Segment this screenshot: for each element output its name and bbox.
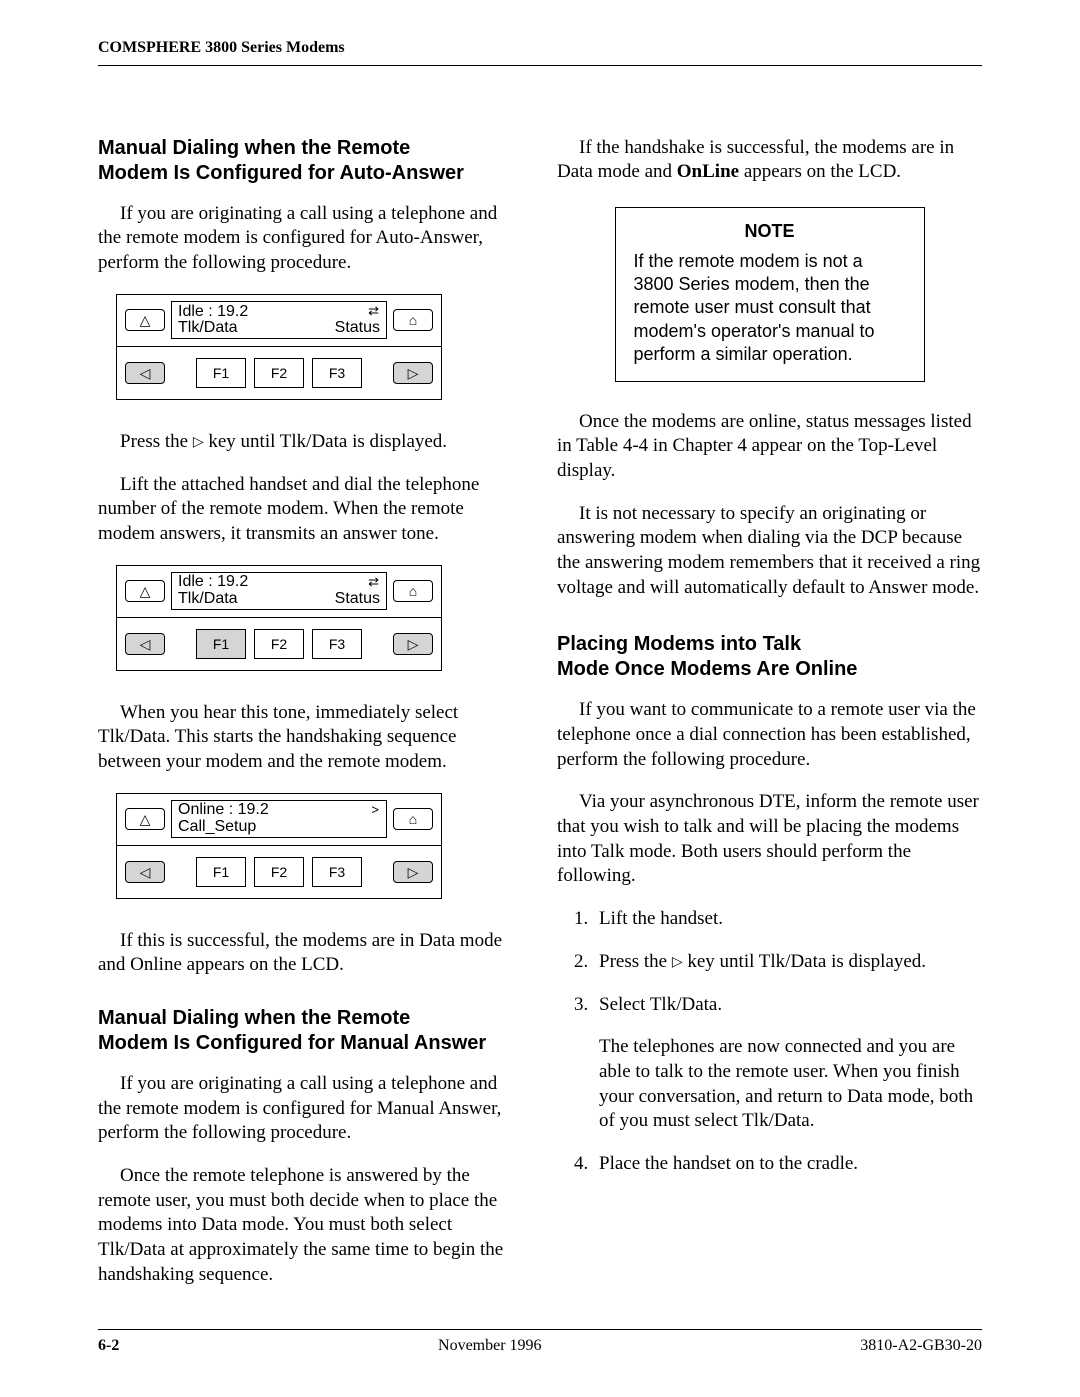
right-button: ▷ — [393, 861, 433, 883]
heading-talk-mode: Placing Modems into Talk Mode Once Modem… — [557, 632, 982, 682]
paragraph: If this is successful, the modems are in… — [98, 929, 523, 978]
list-item: Press the ▷ key until Tlk/Data is displa… — [593, 950, 982, 975]
f2-key: F2 — [254, 629, 304, 659]
left-triangle-icon: ◁ — [140, 635, 151, 653]
text-span: Press the — [120, 431, 193, 452]
procedure-list: Lift the handset. Press the ▷ key until … — [565, 907, 982, 1177]
heading-line: Modem Is Configured for Auto-Answer — [98, 162, 464, 184]
f3-key: F3 — [312, 629, 362, 659]
left-column: Manual Dialing when the Remote Modem Is … — [98, 136, 523, 1306]
right-triangle-icon: ▷ — [408, 863, 419, 881]
lcd-panel-idle-2: △ ⇄ Idle : 19.2 Tlk/Data Status ⌂ ◁ F1 F2… — [116, 565, 442, 671]
arrows-icon: ⇄ — [368, 304, 378, 318]
footer-doc-id: 3810-A2-GB30-20 — [860, 1336, 982, 1357]
footer-page-number: 6-2 — [98, 1336, 119, 1357]
right-triangle-icon: ▷ — [408, 635, 419, 653]
heading-line: Modem Is Configured for Manual Answer — [98, 1032, 486, 1054]
paragraph: If the handshake is successful, the mode… — [557, 136, 982, 185]
home-icon: ⌂ — [409, 582, 417, 600]
list-item: Select Tlk/Data. The telephones are now … — [593, 993, 982, 1134]
lcd-screen: ⇄ Idle : 19.2 Tlk/Data Status — [171, 572, 387, 610]
right-column: If the handshake is successful, the mode… — [557, 136, 982, 1306]
up-triangle-icon: △ — [140, 582, 151, 600]
paragraph: If you want to communicate to a remote u… — [557, 698, 982, 772]
heading-line: Manual Dialing when the Remote — [98, 137, 410, 159]
home-button: ⌂ — [393, 309, 433, 331]
paragraph: Press the ▷ key until Tlk/Data is displa… — [98, 430, 523, 455]
lcd-line2-left: Call_Setup — [178, 819, 256, 836]
left-button: ◁ — [125, 861, 165, 883]
arrows-icon: ⇄ — [368, 575, 378, 589]
up-button: △ — [125, 808, 165, 830]
right-triangle-icon: ▷ — [408, 364, 419, 382]
heading-line: Placing Modems into Talk — [557, 633, 801, 655]
paragraph: Via your asynchronous DTE, inform the re… — [557, 790, 982, 889]
lcd-line1: Online : 19.2 — [178, 802, 380, 819]
bold-text: OnLine — [677, 161, 739, 182]
running-header: COMSPHERE 3800 Series Modems — [98, 38, 982, 66]
lcd-line2-left: Tlk/Data — [178, 591, 238, 608]
lcd-screen: ⇄ Idle : 19.2 Tlk/Data Status — [171, 301, 387, 339]
list-subtext: The telephones are now connected and you… — [599, 1035, 982, 1134]
list-text: Select Tlk/Data. — [599, 994, 722, 1015]
paragraph: Lift the attached handset and dial the t… — [98, 473, 523, 547]
list-text: Lift the handset. — [599, 908, 723, 929]
note-title: NOTE — [634, 220, 906, 243]
lcd-line1: Idle : 19.2 — [178, 574, 380, 591]
up-button: △ — [125, 309, 165, 331]
page-footer: 6-2 November 1996 3810-A2-GB30-20 — [98, 1329, 982, 1357]
arrow-right-icon: > — [371, 803, 378, 817]
right-button: ▷ — [393, 633, 433, 655]
lcd-line1: Idle : 19.2 — [178, 304, 380, 321]
f2-key: F2 — [254, 857, 304, 887]
f1-key-active: F1 — [196, 629, 246, 659]
lcd-line2-right: Status — [335, 320, 380, 337]
note-box: NOTE If the remote modem is not a 3800 S… — [615, 207, 925, 381]
heading-auto-answer: Manual Dialing when the Remote Modem Is … — [98, 136, 523, 186]
heading-manual-answer: Manual Dialing when the Remote Modem Is … — [98, 1006, 523, 1056]
right-button: ▷ — [393, 362, 433, 384]
lcd-panel-online: △ > Online : 19.2 Call_Setup ⌂ ◁ F1 F2 F… — [116, 793, 442, 899]
footer-date: November 1996 — [438, 1336, 542, 1357]
up-triangle-icon: △ — [140, 311, 151, 329]
lcd-line2-left: Tlk/Data — [178, 320, 238, 337]
heading-line: Manual Dialing when the Remote — [98, 1007, 410, 1029]
paragraph: When you hear this tone, immediately sel… — [98, 701, 523, 775]
left-triangle-icon: ◁ — [140, 863, 151, 881]
text-span: key until Tlk/Data is displayed. — [204, 431, 447, 452]
f1-key: F1 — [196, 857, 246, 887]
f2-key: F2 — [254, 358, 304, 388]
left-button: ◁ — [125, 633, 165, 655]
paragraph: If you are originating a call using a te… — [98, 202, 523, 276]
home-button: ⌂ — [393, 580, 433, 602]
paragraph: Once the modems are online, status messa… — [557, 410, 982, 484]
heading-line: Mode Once Modems Are Online — [557, 658, 857, 680]
home-icon: ⌂ — [409, 810, 417, 828]
paragraph: If you are originating a call using a te… — [98, 1072, 523, 1146]
lcd-screen: > Online : 19.2 Call_Setup — [171, 800, 387, 838]
right-triangle-icon: ▷ — [193, 435, 204, 450]
up-triangle-icon: △ — [140, 810, 151, 828]
paragraph: Once the remote telephone is answered by… — [98, 1164, 523, 1287]
home-icon: ⌂ — [409, 311, 417, 329]
left-button: ◁ — [125, 362, 165, 384]
text-span: Press the — [599, 951, 672, 972]
list-text: Place the handset on to the cradle. — [599, 1153, 858, 1174]
f3-key: F3 — [312, 857, 362, 887]
left-triangle-icon: ◁ — [140, 364, 151, 382]
text-span: appears on the LCD. — [739, 161, 901, 182]
lcd-panel-idle-1: △ ⇄ Idle : 19.2 Tlk/Data Status ⌂ ◁ F1 F2… — [116, 294, 442, 400]
f1-key: F1 — [196, 358, 246, 388]
text-span: key until Tlk/Data is displayed. — [683, 951, 926, 972]
paragraph: It is not necessary to specify an origin… — [557, 502, 982, 601]
list-item: Place the handset on to the cradle. — [593, 1152, 982, 1177]
home-button: ⌂ — [393, 808, 433, 830]
right-triangle-icon: ▷ — [672, 955, 683, 970]
lcd-line2-right: Status — [335, 591, 380, 608]
list-item: Lift the handset. — [593, 907, 982, 932]
note-body: If the remote modem is not a 3800 Series… — [634, 250, 906, 367]
up-button: △ — [125, 580, 165, 602]
f3-key: F3 — [312, 358, 362, 388]
